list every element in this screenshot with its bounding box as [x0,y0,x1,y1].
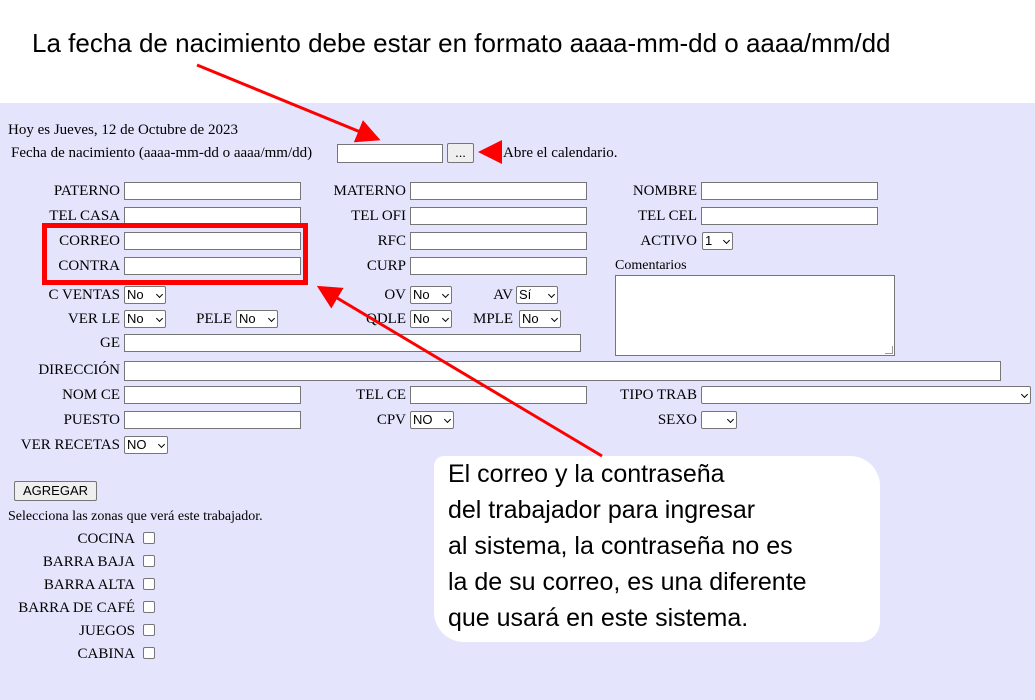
annotation-arrows [196,63,603,458]
arrow-to-birthdate-icon [196,63,381,143]
arrow-to-credentials-icon [316,285,603,458]
